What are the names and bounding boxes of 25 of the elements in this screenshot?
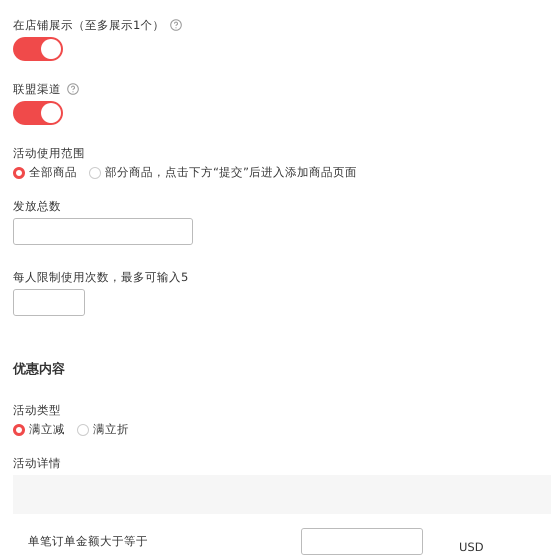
toggle-switch[interactable]: [13, 101, 63, 125]
radio-button[interactable]: [89, 166, 101, 178]
toggle-label: 联盟渠道: [13, 81, 61, 97]
input-field[interactable]: [13, 218, 193, 246]
help-icon[interactable]: [170, 19, 182, 31]
amount-field[interactable]: [301, 528, 423, 555]
field-label: 活动使用范围: [13, 145, 85, 161]
section-title: 优惠内容: [13, 360, 66, 378]
radio-label[interactable]: 满立折: [93, 422, 129, 438]
field-label: 活动详情: [13, 455, 61, 472]
field-label: 活动类型: [13, 402, 61, 418]
radio-label[interactable]: 全部商品: [29, 165, 77, 180]
help-icon[interactable]: [67, 83, 79, 95]
field-label: 发放总数: [13, 198, 61, 214]
field-label: 单笔订单金额大于等于: [28, 534, 149, 550]
radio-label[interactable]: 部分商品，点击下方“提交”后进入添加商品页面: [105, 165, 357, 180]
toggle-label: 在店铺展示（至多展示1个）: [13, 17, 164, 33]
currency-label: USD: [459, 540, 484, 554]
radio-label[interactable]: 满立减: [29, 422, 65, 438]
radio-button[interactable]: [13, 424, 25, 436]
radio-button[interactable]: [77, 424, 89, 436]
field-label: 每人限制使用次数，最多可输入5: [13, 269, 188, 286]
toggle-switch[interactable]: [13, 37, 63, 61]
radio-button[interactable]: [13, 166, 25, 178]
input-field[interactable]: [13, 289, 85, 316]
